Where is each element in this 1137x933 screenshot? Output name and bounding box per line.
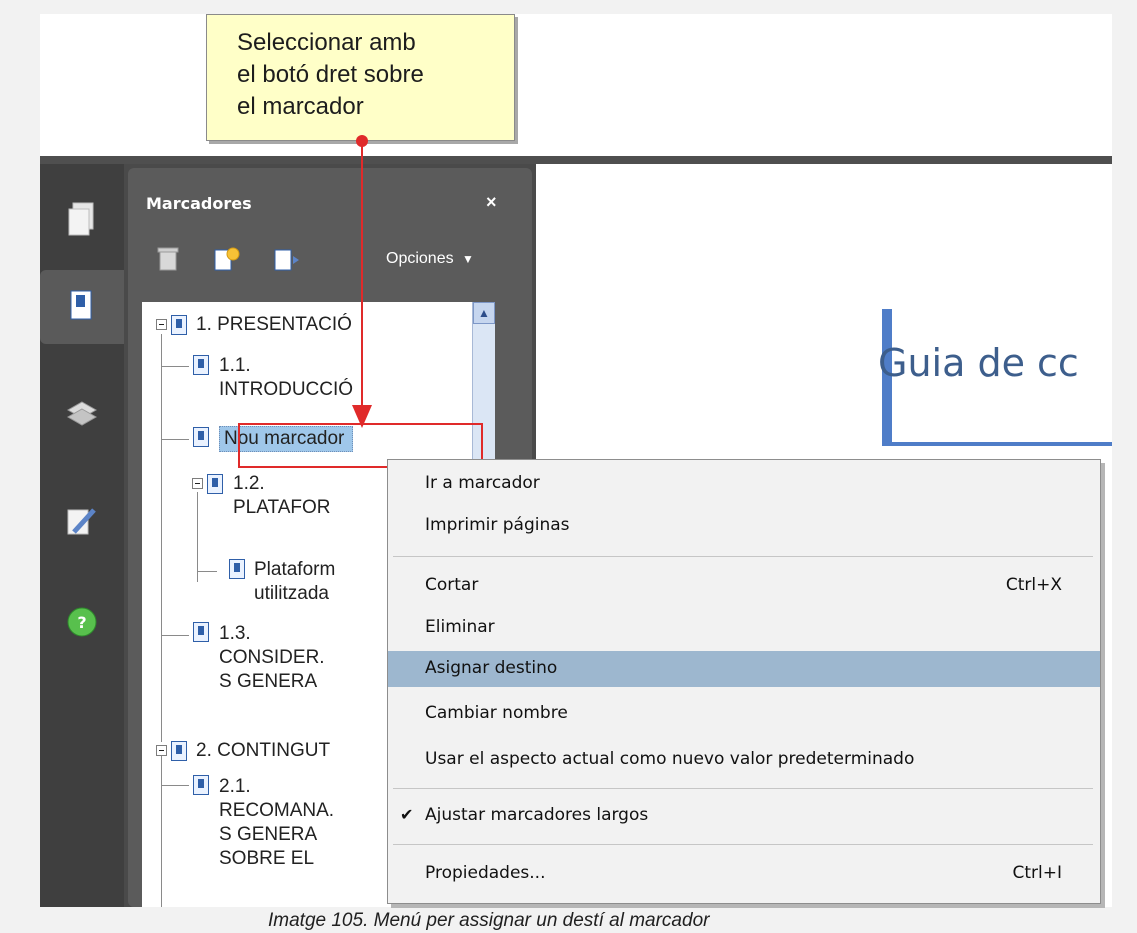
options-label: Opciones bbox=[386, 250, 454, 267]
menu-item-asignar-destino[interactable]: Asignar destino bbox=[388, 651, 1100, 687]
bookmark-panel-icon bbox=[70, 290, 92, 320]
close-icon[interactable]: × bbox=[486, 192, 497, 213]
bookmark-icon bbox=[171, 741, 187, 761]
bookmark-item[interactable]: 1. PRESENTACIÓ bbox=[196, 313, 352, 337]
menu-item-label: Cambiar nombre bbox=[425, 703, 568, 723]
menu-item-label: Usar el aspecto actual como nuevo valor … bbox=[425, 749, 915, 769]
panel-title: Marcadores bbox=[146, 194, 252, 213]
menu-item-propiedades[interactable]: Propiedades... Ctrl+I bbox=[388, 856, 1100, 892]
chevron-down-icon: ▼ bbox=[462, 252, 474, 266]
bookmark-label: CONSIDER. bbox=[219, 647, 325, 668]
tree-line bbox=[197, 571, 217, 572]
bookmark-label: S GENERA bbox=[219, 824, 318, 845]
menu-item-usar-aspecto-actual[interactable]: Usar el aspecto actual como nuevo valor … bbox=[388, 742, 1100, 778]
menu-item-eliminar[interactable]: Eliminar bbox=[388, 610, 1100, 646]
bookmark-item-selected[interactable]: Nou marcador bbox=[219, 426, 354, 452]
bookmark-label: 2.1. bbox=[219, 776, 251, 797]
tree-line bbox=[161, 785, 189, 786]
bookmark-item[interactable]: 1.1. INTRODUCCIÓ bbox=[219, 354, 353, 402]
tree-line bbox=[161, 366, 189, 367]
bookmark-item[interactable]: 2.1. RECOMANA. S GENERA SOBRE EL bbox=[219, 775, 334, 871]
collapse-toggle[interactable] bbox=[192, 478, 203, 489]
menu-item-label: Propiedades... bbox=[425, 863, 546, 883]
bookmark-label: 1.1. bbox=[219, 355, 251, 376]
menu-item-ajustar-marcadores-largos[interactable]: ✔ Ajustar marcadores largos bbox=[388, 798, 1100, 834]
checkmark-icon: ✔ bbox=[400, 805, 414, 824]
menu-item-imprimir-paginas[interactable]: Imprimir páginas bbox=[388, 508, 1100, 544]
pages-tool[interactable] bbox=[40, 184, 124, 258]
document-heading: Guia de cc bbox=[878, 341, 1079, 385]
help-icon: ? bbox=[67, 607, 97, 637]
menu-item-cortar[interactable]: Cortar Ctrl+X bbox=[388, 568, 1100, 604]
bookmark-icon bbox=[193, 622, 209, 642]
bookmark-item[interactable]: 1.2. PLATAFOR bbox=[233, 472, 330, 520]
bookmark-icon bbox=[207, 474, 223, 494]
callout-line: el marcador bbox=[237, 93, 364, 120]
bookmark-label: S GENERA bbox=[219, 671, 318, 692]
bookmarks-toolbar bbox=[156, 246, 300, 272]
bookmark-label: Plataform bbox=[254, 559, 336, 580]
bookmark-label: PLATAFOR bbox=[233, 497, 331, 518]
context-menu: Ir a marcador Imprimir páginas Cortar Ct… bbox=[387, 459, 1101, 904]
bookmark-icon bbox=[171, 315, 187, 335]
collapse-toggle[interactable] bbox=[156, 319, 167, 330]
bookmark-label: utilitzada bbox=[254, 583, 329, 604]
collapse-toggle[interactable] bbox=[156, 745, 167, 756]
bookmark-label: 1. PRESENTACIÓ bbox=[196, 314, 352, 335]
menu-item-label: Asignar destino bbox=[425, 658, 558, 678]
layers-tool[interactable] bbox=[40, 384, 124, 444]
new-bookmark-icon[interactable] bbox=[212, 246, 240, 272]
tree-line bbox=[161, 748, 162, 907]
bookmark-item[interactable]: Plataform utilitzada bbox=[254, 558, 335, 606]
menu-item-label: Ajustar marcadores largos bbox=[425, 805, 649, 825]
bookmark-label: 1.3. bbox=[219, 623, 251, 644]
bookmark-icon bbox=[193, 775, 209, 795]
tree-line bbox=[161, 334, 162, 742]
top-divider bbox=[40, 156, 1112, 164]
menu-item-cambiar-nombre[interactable]: Cambiar nombre bbox=[388, 696, 1100, 732]
menu-separator bbox=[393, 844, 1093, 845]
document-divider bbox=[882, 442, 1112, 446]
svg-text:?: ? bbox=[77, 613, 86, 632]
bookmark-icon bbox=[193, 355, 209, 375]
bookmark-item[interactable]: 1.3. CONSIDER. S GENERA bbox=[219, 622, 325, 694]
menu-separator bbox=[393, 788, 1093, 789]
tree-line bbox=[161, 439, 189, 440]
callout-line: el botó dret sobre bbox=[237, 61, 424, 88]
bookmark-label: 1.2. bbox=[233, 473, 265, 494]
menu-shortcut: Ctrl+I bbox=[1012, 863, 1062, 883]
menu-item-label: Ir a marcador bbox=[425, 473, 540, 493]
callout-line: Seleccionar amb bbox=[237, 29, 416, 56]
menu-item-label: Imprimir páginas bbox=[425, 515, 570, 535]
trash-icon[interactable] bbox=[156, 246, 180, 272]
bookmark-label: SOBRE EL bbox=[219, 848, 315, 869]
signature-tool[interactable] bbox=[40, 489, 124, 555]
navigation-toolbar: ? bbox=[40, 164, 124, 907]
bookmarks-tool[interactable] bbox=[40, 270, 124, 344]
bookmark-icon bbox=[193, 427, 209, 447]
bookmark-label: Nou marcador bbox=[224, 428, 345, 449]
pen-icon bbox=[67, 508, 96, 535]
layers-icon bbox=[66, 401, 98, 426]
menu-item-label: Eliminar bbox=[425, 617, 495, 637]
tree-line bbox=[197, 492, 198, 582]
pages-icon bbox=[68, 202, 94, 236]
expand-bookmark-icon[interactable] bbox=[272, 246, 300, 272]
bookmark-label: 2. CONTINGUT bbox=[196, 740, 331, 761]
bookmark-label: INTRODUCCIÓ bbox=[219, 379, 354, 400]
options-dropdown[interactable]: Opciones ▼ bbox=[386, 250, 474, 268]
menu-item-ir-a-marcador[interactable]: Ir a marcador bbox=[388, 466, 1100, 502]
menu-shortcut: Ctrl+X bbox=[1005, 575, 1062, 595]
menu-item-label: Cortar bbox=[425, 575, 479, 595]
bookmark-item[interactable]: 2. CONTINGUT bbox=[196, 739, 330, 763]
help-tool[interactable]: ? bbox=[40, 594, 124, 650]
tree-line bbox=[161, 635, 189, 636]
menu-separator bbox=[393, 556, 1093, 557]
scroll-up-button[interactable]: ▲ bbox=[473, 302, 495, 324]
bookmark-icon bbox=[229, 559, 245, 579]
bookmark-label: RECOMANA. bbox=[219, 800, 335, 821]
figure-caption: Imatge 105. Menú per assignar un destí a… bbox=[268, 910, 710, 931]
callout-note: Seleccionar amb el botó dret sobre el ma… bbox=[206, 14, 515, 141]
